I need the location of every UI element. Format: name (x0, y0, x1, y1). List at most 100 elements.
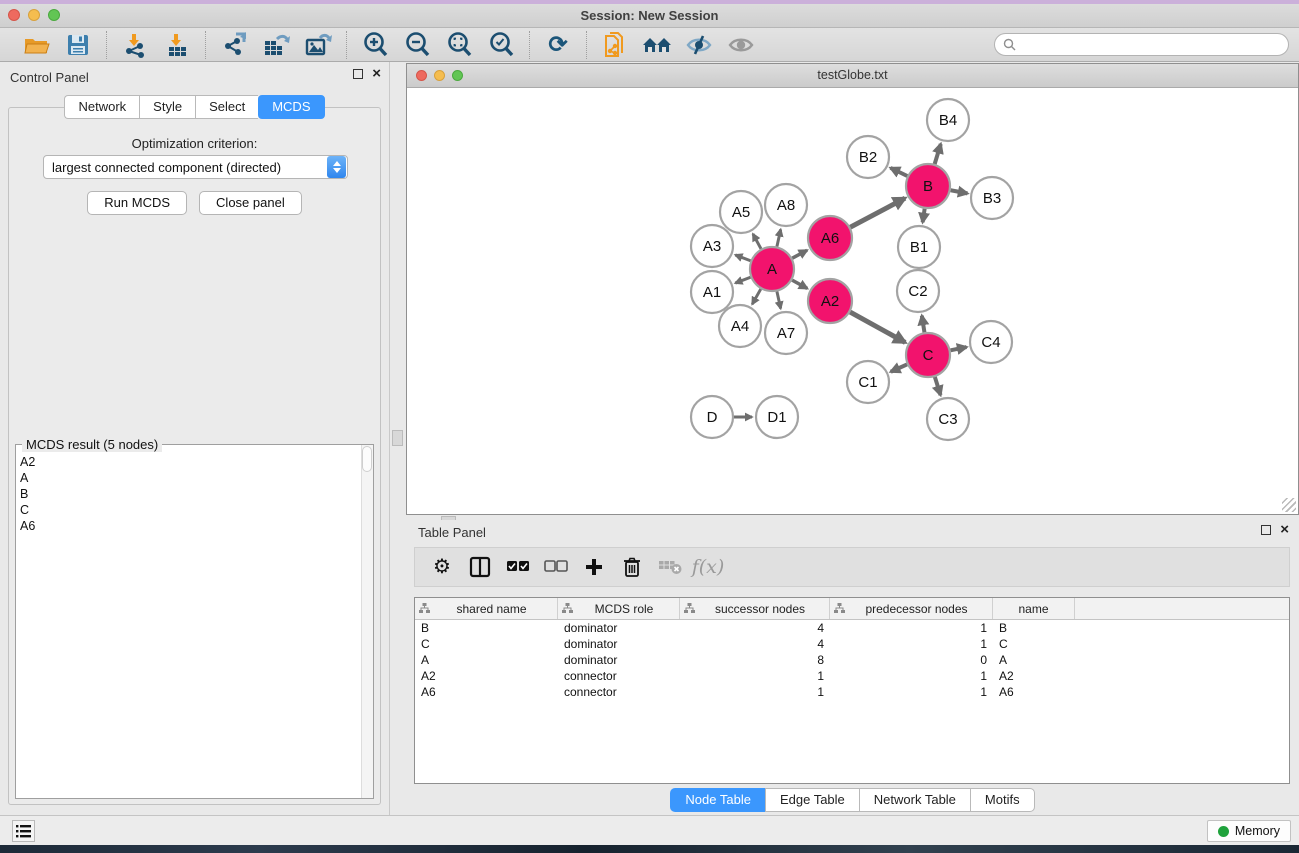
network-graph[interactable]: B4B2BB3A8A5A6B1A3AC2A1A2A4A7C4CC1C3DD1 (407, 88, 1298, 514)
node-B1[interactable]: B1 (898, 226, 940, 268)
edge-B-B3[interactable] (951, 190, 968, 193)
node-C[interactable]: C (906, 333, 950, 377)
node-A[interactable]: A (750, 247, 794, 291)
tab-node-table[interactable]: Node Table (670, 788, 765, 812)
show-all-networks-button[interactable] (639, 30, 675, 60)
network-window-titlebar[interactable]: testGlobe.txt (407, 64, 1298, 88)
node-D1[interactable]: D1 (756, 396, 798, 438)
column-header-successor-nodes[interactable]: successor nodes (680, 598, 830, 619)
table-options-button[interactable]: ⚙ (425, 551, 459, 583)
edge-B-B2[interactable] (891, 168, 908, 176)
edge-A6-B[interactable] (850, 198, 905, 227)
edge-A-A2[interactable] (792, 280, 807, 288)
node-C2[interactable]: C2 (897, 270, 939, 312)
edge-A-A1[interactable] (735, 277, 750, 283)
criterion-dropdown[interactable]: largest connected component (directed) (43, 155, 348, 179)
node-A7[interactable]: A7 (765, 312, 807, 354)
node-A8[interactable]: A8 (765, 184, 807, 226)
table-row[interactable]: A2connector11A2 (415, 668, 1289, 684)
column-header-MCDS-role[interactable]: MCDS role (558, 598, 680, 619)
node-B2[interactable]: B2 (847, 136, 889, 178)
edge-A-A6[interactable] (792, 250, 807, 258)
column-header-shared-name[interactable]: shared name (415, 598, 558, 619)
edge-A-A7[interactable] (777, 291, 781, 308)
save-session-button[interactable] (60, 30, 96, 60)
close-table-panel-icon[interactable]: × (1280, 525, 1289, 535)
result-scrollbar[interactable] (361, 445, 373, 798)
node-A6[interactable]: A6 (808, 216, 852, 260)
node-C1[interactable]: C1 (847, 361, 889, 403)
show-graphics-details-button[interactable] (723, 30, 759, 60)
result-item[interactable]: A6 (20, 518, 359, 534)
export-network-button[interactable] (216, 30, 252, 60)
edge-C-C2[interactable] (922, 316, 925, 333)
node-A3[interactable]: A3 (691, 225, 733, 267)
select-all-columns-button[interactable] (501, 551, 535, 583)
search-input[interactable] (1021, 38, 1280, 52)
table-row[interactable]: Cdominator41C (415, 636, 1289, 652)
node-A5[interactable]: A5 (720, 191, 762, 233)
result-item[interactable]: A2 (20, 454, 359, 470)
new-network-from-file-button[interactable] (597, 30, 633, 60)
node-C4[interactable]: C4 (970, 321, 1012, 363)
zoom-selected-button[interactable] (483, 30, 519, 60)
show-columns-button[interactable] (463, 551, 497, 583)
delete-table-button[interactable] (653, 551, 687, 583)
tab-edge-table[interactable]: Edge Table (765, 788, 859, 812)
refresh-view-button[interactable]: ⟳ (540, 30, 576, 60)
tab-select[interactable]: Select (195, 95, 258, 119)
export-table-button[interactable] (258, 30, 294, 60)
tab-motifs[interactable]: Motifs (970, 788, 1035, 812)
float-table-panel-icon[interactable] (1261, 525, 1271, 535)
zoom-in-button[interactable] (357, 30, 393, 60)
column-header-predecessor-nodes[interactable]: predecessor nodes (830, 598, 993, 619)
edge-B-B1[interactable] (923, 209, 925, 223)
tab-style[interactable]: Style (139, 95, 195, 119)
edge-C-C1[interactable] (891, 364, 907, 371)
search-field[interactable] (994, 33, 1289, 56)
export-image-button[interactable] (300, 30, 336, 60)
node-B[interactable]: B (906, 164, 950, 208)
function-builder-button[interactable]: f(x) (691, 551, 725, 583)
node-C3[interactable]: C3 (927, 398, 969, 440)
edge-B-B4[interactable] (935, 144, 941, 164)
tab-network-table[interactable]: Network Table (859, 788, 970, 812)
column-header-name[interactable]: name (993, 598, 1075, 619)
edge-A2-C[interactable] (850, 312, 905, 342)
table-row[interactable]: Bdominator41B (415, 620, 1289, 636)
edge-A-A5[interactable] (753, 234, 761, 249)
result-item[interactable]: C (20, 502, 359, 518)
node-D[interactable]: D (691, 396, 733, 438)
tab-mcds[interactable]: MCDS (258, 95, 324, 119)
zoom-fit-button[interactable] (441, 30, 477, 60)
run-mcds-button[interactable]: Run MCDS (87, 191, 187, 215)
node-B4[interactable]: B4 (927, 99, 969, 141)
edge-A-A3[interactable] (735, 255, 750, 261)
import-network-button[interactable] (117, 30, 153, 60)
edge-A-A8[interactable] (777, 229, 781, 246)
close-panel-icon[interactable]: × (372, 69, 381, 79)
zoom-out-button[interactable] (399, 30, 435, 60)
node-table[interactable]: shared nameMCDS rolesuccessor nodesprede… (414, 597, 1290, 784)
close-panel-button[interactable]: Close panel (199, 191, 302, 215)
table-row[interactable]: Adominator80A (415, 652, 1289, 668)
hide-graphics-details-button[interactable] (681, 30, 717, 60)
edge-C-C3[interactable] (935, 377, 941, 395)
vertical-splitter-grip[interactable] (392, 430, 403, 446)
create-column-button[interactable] (577, 551, 611, 583)
node-A1[interactable]: A1 (691, 271, 733, 313)
result-item[interactable]: A (20, 470, 359, 486)
open-session-button[interactable] (18, 30, 54, 60)
table-row[interactable]: A6connector11A6 (415, 684, 1289, 700)
network-canvas[interactable]: B4B2BB3A8A5A6B1A3AC2A1A2A4A7C4CC1C3DD1 (407, 88, 1298, 514)
tab-network[interactable]: Network (64, 95, 139, 119)
memory-button[interactable]: Memory (1207, 820, 1291, 842)
import-table-button[interactable] (159, 30, 195, 60)
node-B3[interactable]: B3 (971, 177, 1013, 219)
float-panel-icon[interactable] (353, 69, 363, 79)
result-item[interactable]: B (20, 486, 359, 502)
node-A2[interactable]: A2 (808, 279, 852, 323)
window-resize-grip[interactable] (1282, 498, 1296, 512)
mcds-result-list[interactable]: A2ABCA6 (20, 454, 359, 794)
unselect-all-columns-button[interactable] (539, 551, 573, 583)
